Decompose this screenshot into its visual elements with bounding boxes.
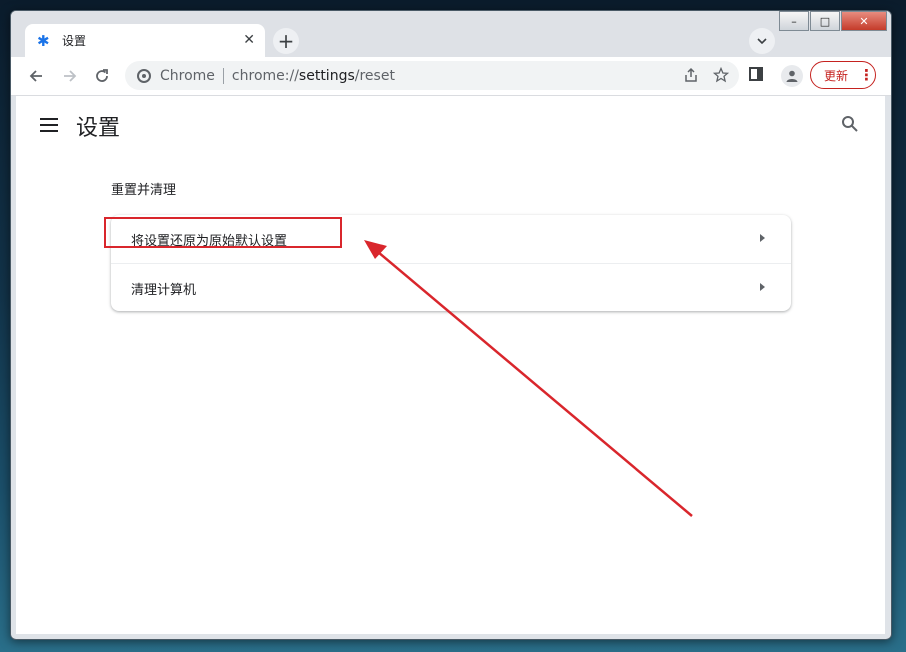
chevron-down-icon bbox=[757, 38, 767, 44]
close-tab-icon[interactable]: ✕ bbox=[243, 32, 255, 48]
list-item-label: 将设置还原为原始默认设置 bbox=[131, 233, 288, 249]
reload-icon bbox=[96, 69, 108, 82]
new-tab-button[interactable]: + bbox=[273, 28, 299, 54]
minimize-button[interactable]: – bbox=[779, 11, 809, 31]
profile-avatar[interactable] bbox=[781, 65, 803, 87]
back-button[interactable] bbox=[25, 65, 47, 87]
update-button[interactable]: 更新 ⋮ bbox=[810, 61, 876, 89]
tab-search-button[interactable] bbox=[749, 28, 775, 54]
section-title: 重置并清理 bbox=[111, 183, 177, 198]
search-icon[interactable] bbox=[841, 115, 859, 133]
back-arrow-icon bbox=[29, 70, 42, 82]
maximize-button[interactable]: □ bbox=[810, 11, 840, 31]
more-menu-icon: ⋮ bbox=[859, 66, 875, 84]
forward-arrow-icon bbox=[64, 70, 77, 82]
forward-button[interactable] bbox=[59, 65, 81, 87]
page-title: 设置 bbox=[76, 116, 121, 141]
site-label: Chrome bbox=[160, 67, 215, 84]
address-separator bbox=[222, 67, 224, 84]
hamburger-menu-icon[interactable] bbox=[40, 118, 58, 136]
list-item-restore-defaults[interactable]: 将设置还原为原始默认设置 bbox=[111, 215, 791, 263]
arrow-right-icon bbox=[760, 234, 765, 242]
update-label: 更新 bbox=[824, 68, 849, 83]
arrow-right-icon bbox=[760, 283, 765, 291]
side-panel-icon[interactable] bbox=[749, 67, 763, 81]
settings-page: 设置 重置并清理 将设置还原为原始默认设置 清理计算机 bbox=[16, 96, 885, 634]
tab-settings[interactable]: ✱ 设置 ✕ bbox=[25, 24, 265, 57]
toolbar: Chrome chrome://settings/reset 更新 ⋮ bbox=[11, 57, 891, 96]
tab-title: 设置 bbox=[62, 34, 87, 48]
window-controls: – □ ✕ bbox=[778, 11, 887, 31]
chrome-icon bbox=[137, 68, 151, 83]
address-bar[interactable]: Chrome chrome://settings/reset bbox=[125, 61, 739, 90]
reload-button[interactable] bbox=[91, 65, 113, 87]
list-item-cleanup-computer[interactable]: 清理计算机 bbox=[111, 264, 791, 312]
address-bar-actions bbox=[683, 67, 729, 83]
list-item-label: 清理计算机 bbox=[131, 282, 197, 298]
person-icon bbox=[786, 70, 798, 82]
url-text: chrome://settings/reset bbox=[231, 67, 395, 84]
window-close-button[interactable]: ✕ bbox=[841, 11, 887, 31]
gear-icon: ✱ bbox=[37, 31, 50, 50]
tab-strip: ✱ 设置 ✕ + bbox=[11, 11, 891, 57]
share-icon[interactable] bbox=[683, 67, 699, 83]
browser-window: – □ ✕ ✱ 设置 ✕ + Chrome chrome://settings/… bbox=[10, 10, 892, 640]
star-icon[interactable] bbox=[713, 67, 729, 83]
reset-card: 将设置还原为原始默认设置 清理计算机 bbox=[111, 215, 791, 311]
